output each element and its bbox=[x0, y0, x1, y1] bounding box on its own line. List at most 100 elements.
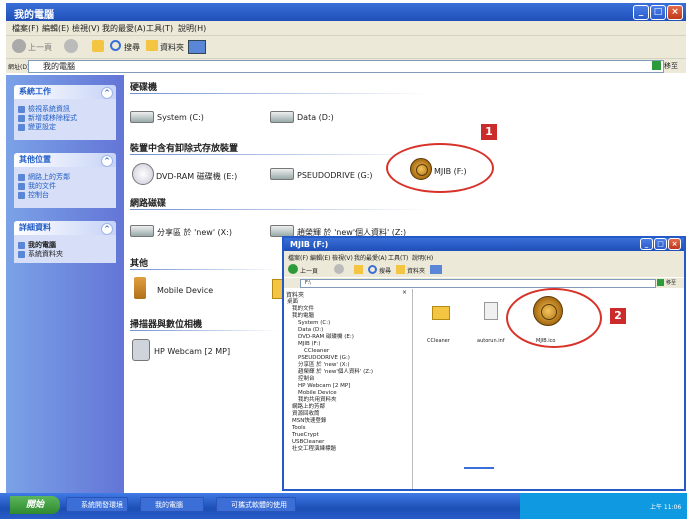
menu-edit[interactable]: 編輯(E) bbox=[42, 23, 69, 34]
other-places-header[interactable]: 其他位置 ^ bbox=[14, 153, 116, 167]
webcam[interactable]: HP Webcam [2 MP] bbox=[154, 347, 230, 356]
file-ccleaner[interactable]: CCleaner bbox=[427, 338, 450, 344]
folders-icon[interactable] bbox=[396, 265, 405, 274]
mjib-maximize-button[interactable]: □ bbox=[654, 238, 667, 250]
system-tasks-header[interactable]: 系統工作 ^ bbox=[14, 85, 116, 99]
menu-tools[interactable]: 工具(T) bbox=[146, 23, 173, 34]
taskbar-button[interactable]: 系統開發環境 bbox=[66, 497, 128, 512]
minimize-button[interactable]: _ bbox=[633, 5, 649, 20]
chevron-up-icon[interactable]: ^ bbox=[101, 87, 113, 99]
menu-help[interactable]: 說明(H) bbox=[178, 23, 206, 34]
scrollbar-indicator[interactable] bbox=[464, 467, 494, 469]
chevron-up-icon[interactable]: ^ bbox=[101, 155, 113, 167]
webcam-icon[interactable] bbox=[132, 339, 150, 361]
mjib-address-input[interactable]: F:\ bbox=[300, 279, 656, 288]
mjib-search-button[interactable]: 搜尋 bbox=[379, 266, 391, 275]
file-autorun[interactable]: autorun.inf bbox=[477, 338, 505, 344]
tree-item[interactable]: HP Webcam [2 MP] bbox=[298, 383, 350, 390]
start-button[interactable]: 開始 bbox=[10, 496, 60, 514]
menu-view[interactable]: 檢視(V) bbox=[72, 23, 100, 34]
mjib-menu-tools[interactable]: 工具(T) bbox=[388, 253, 408, 262]
mjib-menu-file[interactable]: 檔案(F) bbox=[288, 253, 308, 262]
tree-item[interactable]: TrueCrypt bbox=[292, 432, 319, 439]
taskbar-button-active[interactable]: 我的電腦 bbox=[140, 497, 204, 512]
go-icon[interactable] bbox=[657, 279, 664, 286]
mobile-device[interactable]: Mobile Device bbox=[157, 286, 213, 295]
close-button[interactable]: × bbox=[667, 5, 683, 20]
dvd-icon[interactable] bbox=[132, 163, 154, 185]
file-icon[interactable] bbox=[484, 302, 498, 320]
place-network[interactable]: 網路上的芳鄰 bbox=[14, 173, 116, 182]
chevron-up-icon[interactable]: ^ bbox=[101, 223, 113, 235]
tree-item[interactable]: Mobile Device bbox=[298, 390, 337, 397]
tree-item[interactable]: 桌面 bbox=[287, 299, 298, 306]
tree-item[interactable]: 分享區 於 'new' (X:) bbox=[298, 362, 350, 369]
drive-pseudo[interactable]: PSEUDODRIVE (G:) bbox=[297, 171, 373, 180]
mjib-back-label[interactable]: 上一頁 bbox=[300, 266, 318, 275]
forward-icon[interactable] bbox=[64, 39, 78, 53]
drive-mjib[interactable]: MJIB (F:) bbox=[434, 167, 467, 176]
tree-item-selected[interactable]: MJIB (F:) bbox=[298, 341, 320, 348]
title-bar[interactable]: 我的電腦 _ □ × bbox=[6, 3, 686, 21]
drive-icon[interactable] bbox=[270, 111, 294, 123]
folder-icon[interactable] bbox=[432, 306, 450, 320]
taskbar-button[interactable]: 可攜式軟體的使用 bbox=[216, 497, 296, 512]
tree-item[interactable]: 網路上的芳鄰 bbox=[292, 404, 325, 411]
drive-icon[interactable] bbox=[270, 168, 294, 180]
task-change-setting[interactable]: 變更設定 bbox=[14, 123, 116, 132]
mjib-go-button[interactable]: 移至 bbox=[666, 279, 676, 286]
task-view-system-info[interactable]: 檢視系統資訊 bbox=[14, 105, 116, 114]
tree-item[interactable]: 我的共用資料夾 bbox=[298, 397, 337, 404]
tree-item[interactable]: MSN快速登錄 bbox=[292, 418, 326, 425]
folders-icon[interactable] bbox=[146, 40, 158, 51]
tree-item[interactable]: 趙榮輝 於 'new'個人資料' (Z:) bbox=[298, 369, 373, 376]
folder-up-icon[interactable] bbox=[92, 40, 104, 52]
tree-item[interactable]: System (C:) bbox=[298, 320, 330, 327]
tree-close-icon[interactable]: × bbox=[402, 289, 407, 296]
drive-net-x[interactable]: 分享區 於 'new' (X:) bbox=[157, 227, 232, 238]
tree-item[interactable]: USBCleaner bbox=[292, 439, 324, 446]
task-add-remove-programs[interactable]: 新增或移除程式 bbox=[14, 114, 116, 123]
details-header[interactable]: 詳細資料 ^ bbox=[14, 221, 116, 235]
place-control-panel[interactable]: 控制台 bbox=[14, 191, 116, 200]
tree-item[interactable]: Tools bbox=[292, 425, 306, 432]
back-icon[interactable] bbox=[288, 264, 298, 274]
mjib-menu-favorites[interactable]: 我的最愛(A) bbox=[354, 253, 387, 262]
maximize-button[interactable]: □ bbox=[650, 5, 666, 20]
folders-button[interactable]: 資料夾 bbox=[160, 42, 184, 53]
go-button[interactable]: 移至 bbox=[664, 61, 678, 71]
tree-item[interactable]: 我的文件 bbox=[292, 306, 314, 313]
address-input[interactable]: 我的電腦 bbox=[28, 60, 664, 73]
mjib-minimize-button[interactable]: _ bbox=[640, 238, 653, 250]
search-button[interactable]: 搜尋 bbox=[124, 42, 140, 53]
tree-item[interactable]: CCleaner bbox=[304, 348, 329, 355]
mjib-menu-view[interactable]: 檢視(V) bbox=[332, 253, 353, 262]
drive-data[interactable]: Data (D:) bbox=[297, 113, 334, 122]
go-icon[interactable] bbox=[652, 61, 661, 70]
views-icon[interactable] bbox=[430, 265, 442, 274]
forward-icon[interactable] bbox=[334, 264, 344, 274]
search-icon[interactable] bbox=[368, 265, 377, 274]
mjib-drive-icon[interactable] bbox=[410, 158, 432, 180]
drive-dvd[interactable]: DVD-RAM 磁碟機 (E:) bbox=[156, 171, 237, 182]
tree-item[interactable]: 我的電腦 bbox=[292, 313, 314, 320]
tree-item[interactable]: 資源回收筒 bbox=[292, 411, 320, 418]
mjib-menu-help[interactable]: 說明(H) bbox=[412, 253, 433, 262]
menu-file[interactable]: 檔案(F) bbox=[12, 23, 39, 34]
mobile-device-icon[interactable] bbox=[134, 277, 146, 299]
tree-item[interactable]: Data (D:) bbox=[298, 327, 323, 334]
mjib-close-button[interactable]: × bbox=[668, 238, 681, 250]
folder-up-icon[interactable] bbox=[354, 265, 363, 274]
mjib-menu-edit[interactable]: 編輯(E) bbox=[310, 253, 330, 262]
tree-item[interactable]: DVD-RAM 磁碟機 (E:) bbox=[298, 334, 354, 341]
mjib-folders-button[interactable]: 資料夾 bbox=[407, 266, 425, 275]
views-icon[interactable] bbox=[188, 40, 206, 54]
drive-system[interactable]: System (C:) bbox=[157, 113, 204, 122]
place-my-documents[interactable]: 我的文件 bbox=[14, 182, 116, 191]
tree-item[interactable]: PSEUDODRIVE (G:) bbox=[298, 355, 350, 362]
search-icon[interactable] bbox=[110, 40, 121, 51]
menu-favorites[interactable]: 我的最愛(A) bbox=[102, 23, 146, 34]
back-label[interactable]: 上一頁 bbox=[28, 42, 52, 53]
drive-icon[interactable] bbox=[130, 111, 154, 123]
tree-item[interactable]: 社交工程演練標題 bbox=[292, 446, 336, 453]
